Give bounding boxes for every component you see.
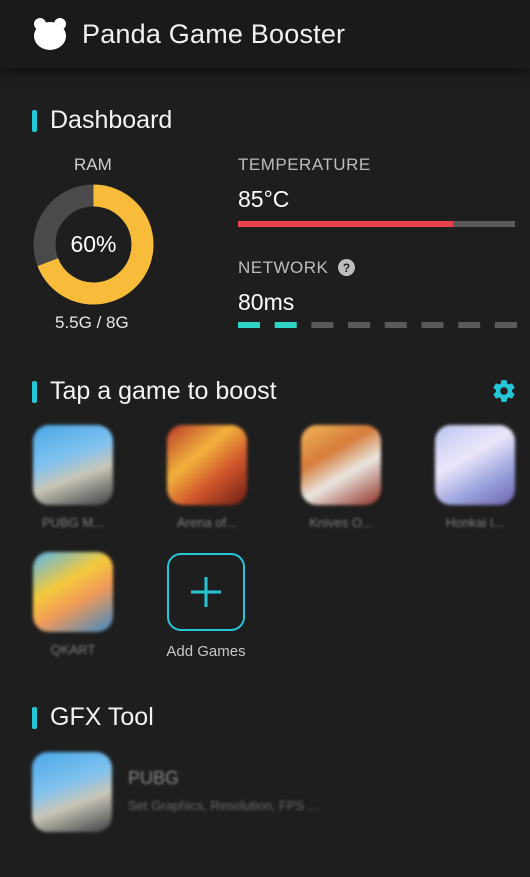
gfx-tool-title: GFX Tool <box>50 703 154 731</box>
ram-usage-text: 5.5G / 8G <box>55 313 129 332</box>
game-name: Arena of... <box>177 515 237 530</box>
pubg-gfx-icon <box>32 752 112 832</box>
pubg-mobile-icon <box>33 425 113 505</box>
plus-icon <box>191 577 221 607</box>
network-label: NETWORK <box>238 258 329 277</box>
app-bar: Panda Game Booster <box>0 0 530 68</box>
question-circle-icon[interactable]: ? <box>338 259 355 276</box>
network-segment-active <box>238 322 260 328</box>
honkai-impact-icon <box>435 425 515 505</box>
game-name: Honkai I... <box>445 515 505 530</box>
temperature-bar <box>238 221 515 227</box>
section-accent-bar <box>32 706 37 729</box>
svg-text:?: ? <box>343 261 350 275</box>
dashboard-title: Dashboard <box>50 106 173 134</box>
game-tile-honkai-impact[interactable]: Honkai I... <box>431 425 519 530</box>
game-tile-qkart[interactable]: QKART <box>29 552 117 657</box>
qkart-icon <box>33 552 113 632</box>
add-games-label: Add Games <box>166 643 246 660</box>
gfx-item-pubg[interactable]: PUBG Set Graphics, Resolution, FPS ... <box>32 752 502 836</box>
add-games-tile[interactable]: Add Games <box>160 553 252 660</box>
section-accent-bar <box>32 380 37 403</box>
network-segment-inactive <box>348 322 371 328</box>
temperature-bar-fill <box>238 221 453 227</box>
gear-icon[interactable] <box>491 378 517 404</box>
network-segment-inactive <box>311 322 334 328</box>
network-segment-inactive <box>458 322 481 328</box>
gfx-item-title: PUBG <box>128 768 180 788</box>
add-games-button[interactable] <box>167 553 245 631</box>
dashboard-header: Dashboard <box>32 106 172 135</box>
app-title: Panda Game Booster <box>82 18 346 49</box>
ram-percent: 60% <box>70 231 117 257</box>
network-segment-inactive <box>494 322 517 328</box>
gfx-tool-header: GFX Tool <box>32 703 154 732</box>
network-segment-inactive <box>421 322 444 328</box>
network-segment-inactive <box>384 322 407 328</box>
game-name: QKART <box>50 642 96 657</box>
games-header: Tap a game to boost <box>32 377 277 406</box>
game-tile-pubg[interactable]: PUBG M... <box>29 425 117 530</box>
section-accent-bar <box>32 109 37 132</box>
game-tile-arena-of-valor[interactable]: Arena of... <box>163 425 251 530</box>
games-title: Tap a game to boost <box>50 377 277 405</box>
network-value: 80ms <box>238 289 295 315</box>
panda-icon <box>34 18 66 50</box>
temperature-value: 85°C <box>238 186 290 212</box>
ram-label: RAM <box>74 155 112 174</box>
arena-of-valor-icon <box>167 425 247 505</box>
game-tile-knives-out[interactable]: Knives O... <box>297 425 385 530</box>
game-name: PUBG M... <box>41 515 105 530</box>
gfx-item-subtitle: Set Graphics, Resolution, FPS ... <box>128 798 319 813</box>
knives-out-icon <box>301 425 381 505</box>
network-segment-active <box>274 322 297 328</box>
game-name: Knives O... <box>309 515 373 530</box>
temperature-label: TEMPERATURE <box>238 155 371 174</box>
network-latency-indicator <box>238 322 517 328</box>
